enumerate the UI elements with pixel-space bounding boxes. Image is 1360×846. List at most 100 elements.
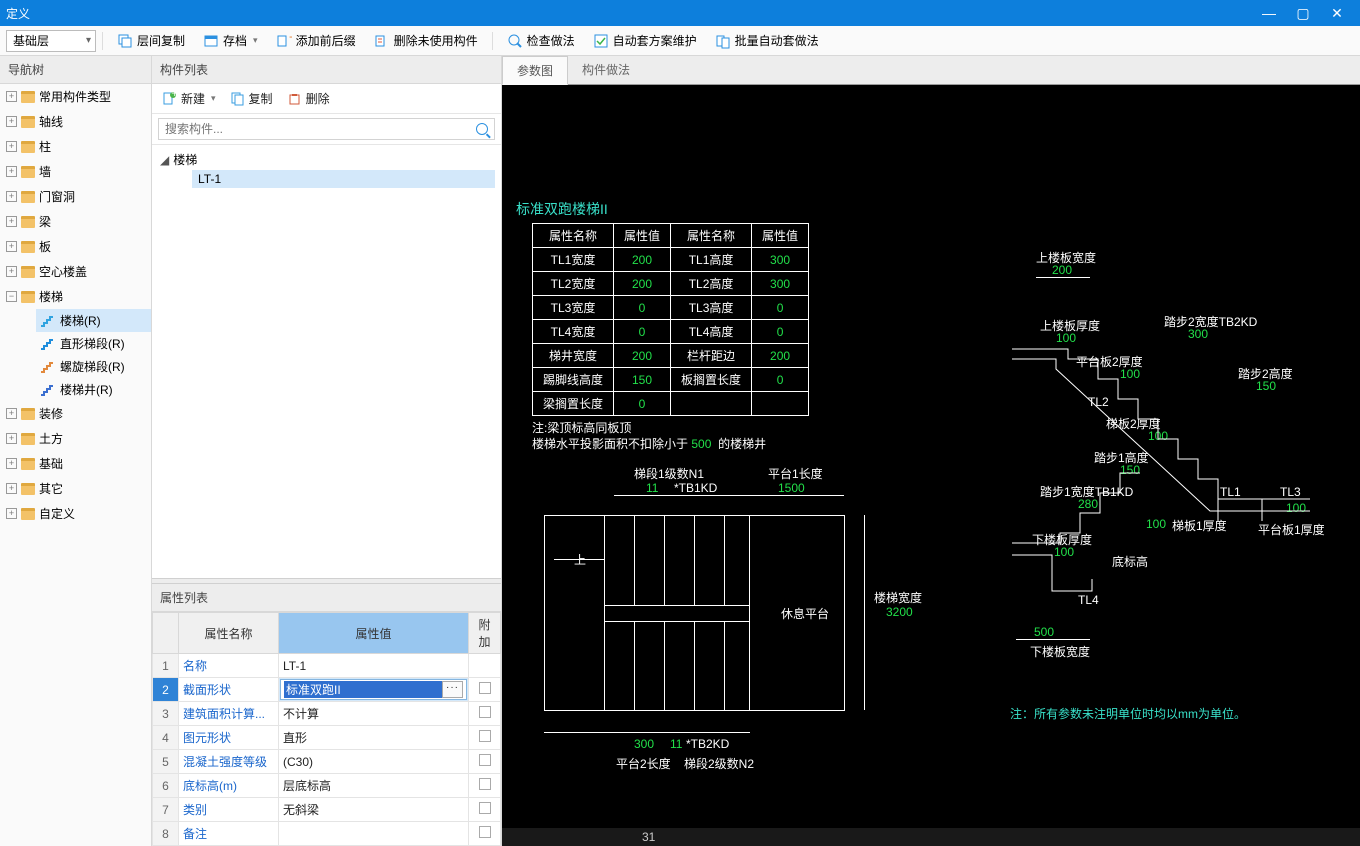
stair-icon [40,360,54,374]
maximize-button[interactable]: ▢ [1286,5,1320,22]
nav-item[interactable]: +常用构件类型 [0,84,151,109]
layer-select[interactable]: 基础层 [6,30,96,52]
minimize-button[interactable]: — [1252,5,1286,21]
checkbox[interactable] [479,706,491,718]
tab-component-method[interactable]: 构件做法 [568,56,644,84]
check-icon [507,33,523,49]
property-row[interactable]: 3建筑面积计算...不计算 [153,702,501,726]
expand-icon[interactable]: + [6,116,17,127]
nav-item[interactable]: +门窗洞 [0,184,151,209]
svg-text:+: + [171,91,177,100]
property-panel: 属性列表 属性名称 属性值 附加 1名称LT-12截面形状标准双跑II···3建… [152,584,501,846]
nav-item[interactable]: +基础 [0,451,151,476]
close-button[interactable]: ✕ [1320,5,1354,22]
nav-item[interactable]: +板 [0,234,151,259]
search-row [152,114,501,145]
checkbox[interactable] [479,778,491,790]
nav-item[interactable]: +墙 [0,159,151,184]
auto-plan-button[interactable]: 自动套方案维护 [585,29,705,52]
property-row[interactable]: 8备注 [153,822,501,846]
batch-auto-button[interactable]: 批量自动套做法 [707,29,827,52]
nav-header: 导航树 [0,56,151,84]
plan-drawing: 梯段1级数N1 11 *TB1KD 平台1长度 1500 [534,455,964,795]
checkbox[interactable] [479,826,491,838]
nav-sub-item[interactable]: 楼梯井(R) [36,378,151,401]
expand-icon[interactable]: + [6,266,17,277]
expand-icon[interactable]: + [6,141,17,152]
checkbox[interactable] [479,730,491,742]
expand-icon[interactable]: + [6,166,17,177]
main-toolbar: 基础层 层间复制 存档▾ + 添加前后缀 删除未使用构件 检查做法 自动套方案维… [0,26,1360,56]
expand-icon[interactable]: + [6,508,17,519]
search-input[interactable] [158,118,495,140]
new-icon: + [162,91,177,106]
nav-item[interactable]: +空心楼盖 [0,259,151,284]
nav-sub-item[interactable]: 直形梯段(R) [36,332,151,355]
nav-item[interactable]: +梁 [0,209,151,234]
nav-sub-item[interactable]: 螺旋梯段(R) [36,355,151,378]
folder-icon [21,291,35,303]
property-row[interactable]: 5混凝土强度等级(C30) [153,750,501,774]
property-row[interactable]: 6底标高(m)层底标高 [153,774,501,798]
diagram-canvas[interactable]: 标准双跑楼梯II 属性名称属性值属性名称属性值TL1宽度200TL1高度300T… [502,85,1360,846]
checkbox[interactable] [479,682,491,694]
component-tree[interactable]: ◢ 楼梯 LT-1 [152,145,501,578]
stair-icon [40,383,54,397]
check-method-button[interactable]: 检查做法 [499,29,583,52]
col-name: 属性名称 [179,613,279,654]
expand-icon[interactable]: + [6,483,17,494]
expand-icon[interactable]: + [6,433,17,444]
nav-item[interactable]: +土方 [0,426,151,451]
tree-leaf-selected[interactable]: LT-1 [192,170,495,188]
nav-item[interactable]: −楼梯 [0,284,151,309]
nav-item[interactable]: +装修 [0,401,151,426]
ellipsis-button[interactable]: ··· [442,681,463,698]
svg-text:+: + [289,33,292,44]
property-row[interactable]: 7类别无斜梁 [153,798,501,822]
folder-icon [21,508,35,520]
window-title: 定义 [6,5,1252,22]
delete-list-icon [374,33,390,49]
tab-param-diagram[interactable]: 参数图 [502,56,568,85]
expand-icon[interactable]: + [6,91,17,102]
checkbox[interactable] [479,754,491,766]
stair-icon [40,337,54,351]
nav-item[interactable]: +柱 [0,134,151,159]
expand-icon[interactable]: + [6,216,17,227]
separator [492,32,493,50]
expand-icon[interactable]: + [6,191,17,202]
nav-tree[interactable]: +常用构件类型+轴线+柱+墙+门窗洞+梁+板+空心楼盖−楼梯楼梯(R)直形梯段(… [0,84,151,846]
folder-icon [21,408,35,420]
note-line2: 楼梯水平投影面积不扣除小于 500 的楼梯井 [532,435,766,452]
nav-column: 导航树 +常用构件类型+轴线+柱+墙+门窗洞+梁+板+空心楼盖−楼梯楼梯(R)直… [0,56,152,846]
folder-icon [21,458,35,470]
delete-unused-button[interactable]: 删除未使用构件 [366,29,486,52]
copy-icon [117,33,133,49]
new-button[interactable]: + 新建▾ [158,88,220,109]
add-prefix-button[interactable]: + 添加前后缀 [268,29,364,52]
property-row[interactable]: 2截面形状标准双跑II··· [153,678,501,702]
expand-icon[interactable]: + [6,241,17,252]
nav-item[interactable]: +轴线 [0,109,151,134]
archive-button[interactable]: 存档▾ [195,29,266,52]
property-row[interactable]: 1名称LT-1 [153,654,501,678]
copy-button[interactable]: 复制 [226,88,277,109]
delete-button[interactable]: 删除 [283,88,334,109]
main-area: 导航树 +常用构件类型+轴线+柱+墙+门窗洞+梁+板+空心楼盖−楼梯楼梯(R)直… [0,56,1360,846]
search-field[interactable] [165,122,488,136]
checkbox[interactable] [479,802,491,814]
archive-icon [203,33,219,49]
nav-sub-item[interactable]: 楼梯(R) [36,309,151,332]
nav-item[interactable]: +自定义 [0,501,151,526]
folder-icon [21,191,35,203]
collapse-icon[interactable]: − [6,291,17,302]
property-header: 属性列表 [152,584,501,612]
property-row[interactable]: 4图元形状直形 [153,726,501,750]
expand-icon[interactable]: + [6,408,17,419]
tree-root[interactable]: ◢ 楼梯 [158,149,495,170]
chevron-down-icon: ▾ [253,35,258,46]
layer-copy-button[interactable]: 层间复制 [109,29,193,52]
expand-icon[interactable]: + [6,458,17,469]
property-grid[interactable]: 属性名称 属性值 附加 1名称LT-12截面形状标准双跑II···3建筑面积计算… [152,612,501,846]
nav-item[interactable]: +其它 [0,476,151,501]
